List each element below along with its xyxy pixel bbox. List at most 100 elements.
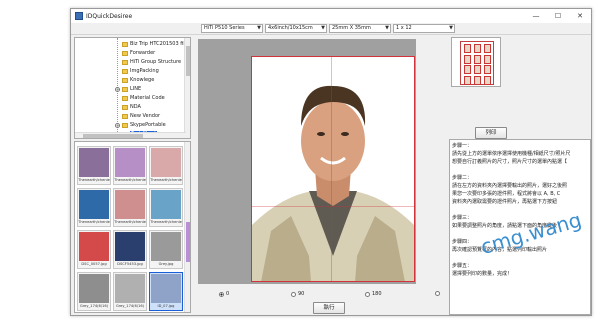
photo-thumbnail[interactable]: Thenearth/chenie (149, 188, 183, 227)
mini-photo (464, 65, 471, 74)
rotate-0-radio[interactable]: 0 (219, 291, 229, 297)
chevron-down-icon: ▼ (321, 25, 325, 31)
rotate-90-radio[interactable]: 90 (291, 291, 304, 297)
thumbnail-image (151, 232, 181, 261)
tree-item[interactable]: + LINE (115, 85, 141, 93)
tree-horizontal-scrollbar[interactable] (75, 132, 186, 138)
photo-thumbnail[interactable]: Thenearth/chenie (113, 146, 147, 185)
mini-photo (484, 54, 491, 64)
mini-photo (474, 75, 481, 85)
rotate-180-label: 180 (372, 291, 382, 297)
paper-select[interactable]: 4x6inch/10x15cm ▼ (265, 24, 327, 33)
mini-photo (464, 54, 471, 64)
print-button[interactable]: 列印 (475, 127, 507, 139)
chevron-down-icon: ▼ (385, 25, 389, 31)
photo-thumbnail[interactable]: DSCF5453.jpg (113, 230, 147, 269)
photo-size-select-value: 25mm X 35mm (332, 25, 371, 31)
chevron-down-icon: ▼ (449, 25, 453, 31)
apply-rotation-button[interactable]: 執行 (313, 302, 345, 314)
tree-item-label: NDA (130, 104, 141, 110)
close-button[interactable]: ✕ (569, 9, 591, 23)
toolbar: HiTi P510 Series ▼ 4x6inch/10x15cm ▼ 25mm … (71, 23, 591, 35)
scrollbar-thumb[interactable] (83, 134, 143, 138)
maximize-button[interactable]: ☐ (547, 9, 569, 23)
scrollbar-thumb[interactable] (186, 46, 190, 76)
thumbnail-caption: Thenearth/chenie (78, 220, 110, 224)
photo-thumbnail[interactable]: Thenearth/chenie (77, 188, 111, 227)
tree-item-label: Forwarder (130, 50, 156, 56)
tree-item-label: Material Code (130, 95, 165, 101)
thumbnail-caption: Thenearth/chenie (78, 178, 110, 182)
rotate-0-label: 0 (226, 291, 230, 297)
gallery-scrollbar[interactable] (184, 142, 190, 312)
instruction-line: 想要自行訂義照片的尺寸，照片尺寸的選單內點選【 (452, 159, 568, 165)
photo-gallery[interactable]: Thenearth/chenie Thenearth/chenie Theneart… (74, 141, 191, 313)
folder-icon (122, 95, 128, 101)
expand-icon[interactable]: + (115, 86, 120, 92)
photo-thumbnail[interactable]: ID_07.jpg (149, 272, 183, 311)
photo-thumbnail[interactable]: Thenearth/chenie (77, 146, 111, 185)
photo-thumbnail[interactable]: Thenearth/chenie (113, 188, 147, 227)
printer-select[interactable]: HiTi P510 Series ▼ (201, 24, 263, 33)
edit-canvas[interactable] (198, 39, 416, 284)
radio-button-icon (291, 291, 296, 297)
thumbnail-image (79, 232, 109, 261)
folder-icon (122, 104, 128, 110)
tree-item[interactable]: + SkypePortable (115, 121, 166, 129)
tree-item-label: ImgPacking (130, 68, 159, 74)
instruction-line: 請在左方的資料夾內選擇要輸出的照片，選好之後照 (452, 183, 568, 189)
tree-vertical-scrollbar[interactable] (184, 38, 190, 138)
instruction-line: 步驟四： (452, 239, 473, 245)
tree-item[interactable]: +Knowlege (115, 76, 154, 84)
photo-thumbnail[interactable]: Grey_174(6/16) (77, 272, 111, 311)
thumbnail-image (79, 190, 109, 219)
photo-thumbnail[interactable]: DSC_0057.jpg (77, 230, 111, 269)
tree-item[interactable]: +Biz Trip HTC201503 files (115, 40, 190, 48)
rotate-270-radio[interactable] (435, 291, 442, 296)
thumbnail-image (151, 190, 181, 219)
instruction-line: 資料夾內選取需要的證件照片，再點選下方按鈕 (452, 199, 558, 205)
tree-item[interactable]: +ImgPacking (115, 67, 159, 75)
tree-item[interactable]: +Forwarder (115, 49, 155, 57)
mini-photo (484, 44, 491, 53)
crop-frame[interactable] (251, 56, 415, 282)
tree-item-label: HiTi Group Structure (130, 59, 182, 65)
instruction-line: 步驟一： (452, 143, 473, 149)
folder-icon (122, 59, 128, 65)
folder-icon (122, 122, 128, 128)
thumbnail-caption: Grey_174(6/16) (79, 304, 109, 308)
radio-button-icon (219, 291, 224, 297)
tree-item[interactable]: +HiTi Group Structure (115, 58, 181, 66)
tree-item[interactable]: +Material Code (115, 94, 165, 102)
layout-select-value: 1 x 12 (396, 25, 412, 31)
rotate-180-radio[interactable]: 180 (365, 291, 382, 297)
folder-tree[interactable]: +Biz Trip HTC201503 files+Forwarder+HiTi… (74, 37, 191, 139)
thumbnail-caption: DSC_0057.jpg (81, 262, 107, 266)
printer-select-value: HiTi P510 Series (204, 25, 245, 31)
tree-item[interactable]: +New Vendor (115, 112, 160, 120)
portrait-photo[interactable] (251, 56, 415, 282)
photo-thumbnail[interactable]: Thenearth/chenie (149, 146, 183, 185)
mini-photo (474, 65, 481, 74)
thumbnail-image (115, 274, 145, 303)
tree-item[interactable]: +NDA (115, 103, 141, 111)
thumbnail-image (151, 274, 181, 303)
chevron-down-icon: ▼ (257, 25, 261, 31)
photo-size-select[interactable]: 25mm X 35mm ▼ (329, 24, 391, 33)
photo-thumbnail[interactable]: Grey.jpg (149, 230, 183, 269)
mini-photo (484, 65, 491, 74)
scrollbar-thumb[interactable] (186, 222, 190, 262)
title-bar: IDQuickDesiree — ☐ ✕ (71, 9, 591, 23)
minimize-button[interactable]: — (525, 9, 547, 23)
thumbnail-image (79, 274, 109, 303)
instruction-line: 請先從上方的選單依序選擇使用機種/相紙尺寸/照片尺 (452, 151, 571, 157)
thumbnail-caption: Thenearth/chenie (150, 178, 182, 182)
photo-thumbnail[interactable]: Grey_174(6/16) (113, 272, 147, 311)
window-title: IDQuickDesiree (86, 12, 133, 20)
thumbnail-caption: Thenearth/chenie (114, 220, 146, 224)
folder-icon (122, 86, 128, 92)
layout-select[interactable]: 1 x 12 ▼ (393, 24, 455, 33)
radio-button-icon (435, 291, 440, 296)
expand-icon[interactable]: + (115, 122, 120, 128)
folder-icon (122, 113, 128, 119)
